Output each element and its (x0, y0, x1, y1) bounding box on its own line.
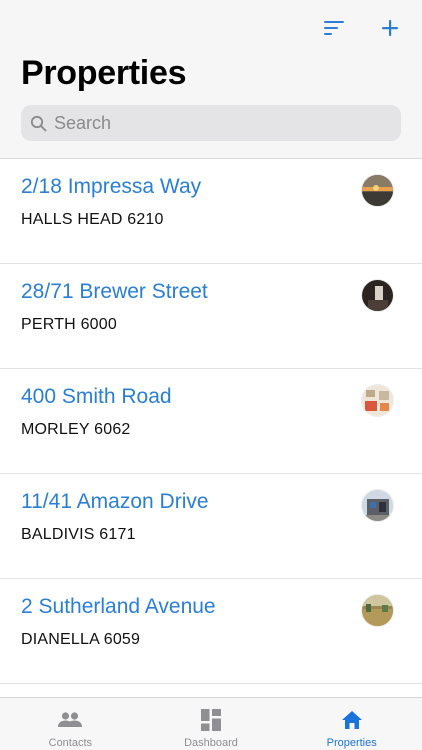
tab-label: Dashboard (184, 737, 238, 749)
list-item[interactable]: 28/71 Brewer Street PERTH 6000 (0, 264, 422, 369)
list-item[interactable]: 2/18 Impressa Way HALLS HEAD 6210 (0, 159, 422, 264)
search-input[interactable] (52, 111, 376, 135)
property-street: 2/18 Impressa Way (21, 175, 202, 198)
dashboard-icon (198, 708, 224, 732)
property-suburb: DIANELLA 6059 (21, 631, 141, 648)
property-suburb: MORLEY 6062 (21, 421, 131, 438)
home-icon (339, 708, 365, 732)
tab-dashboard[interactable]: Dashboard (141, 698, 282, 750)
search-icon (29, 114, 47, 132)
property-thumbnail (362, 385, 393, 416)
property-street: 400 Smith Road (21, 385, 172, 408)
properties-screen: Properties 2/18 Impressa Way HALLS HEAD … (0, 0, 422, 750)
property-suburb: BALDIVIS 6171 (21, 526, 136, 543)
people-icon (57, 708, 83, 732)
property-street: 11/41 Amazon Drive (21, 490, 209, 513)
property-thumbnail (362, 280, 393, 311)
sort-icon (324, 21, 344, 35)
tab-label: Properties (326, 737, 377, 749)
property-suburb: HALLS HEAD 6210 (21, 211, 164, 228)
property-thumbnail (362, 175, 393, 206)
header: Properties (0, 0, 422, 159)
add-property-button[interactable] (374, 12, 406, 44)
plus-icon (382, 20, 398, 36)
list-item[interactable]: 2 Sutherland Avenue DIANELLA 6059 (0, 579, 422, 684)
tab-bar: Contacts Dashboard Properties (0, 697, 422, 750)
property-thumbnail (362, 595, 393, 626)
property-list: 2/18 Impressa Way HALLS HEAD 6210 28/71 … (0, 159, 422, 704)
page-title: Properties (21, 54, 187, 92)
tab-properties[interactable]: Properties (281, 698, 422, 750)
property-street: 2 Sutherland Avenue (21, 595, 216, 618)
property-thumbnail (362, 490, 393, 521)
sort-button[interactable] (318, 12, 350, 44)
list-item[interactable]: 400 Smith Road MORLEY 6062 (0, 369, 422, 474)
list-item[interactable]: 11/41 Amazon Drive BALDIVIS 6171 (0, 474, 422, 579)
property-street: 28/71 Brewer Street (21, 280, 208, 303)
tab-label: Contacts (48, 737, 93, 749)
property-suburb: PERTH 6000 (21, 316, 117, 333)
tab-contacts[interactable]: Contacts (0, 698, 141, 750)
search-bar[interactable] (21, 105, 401, 141)
